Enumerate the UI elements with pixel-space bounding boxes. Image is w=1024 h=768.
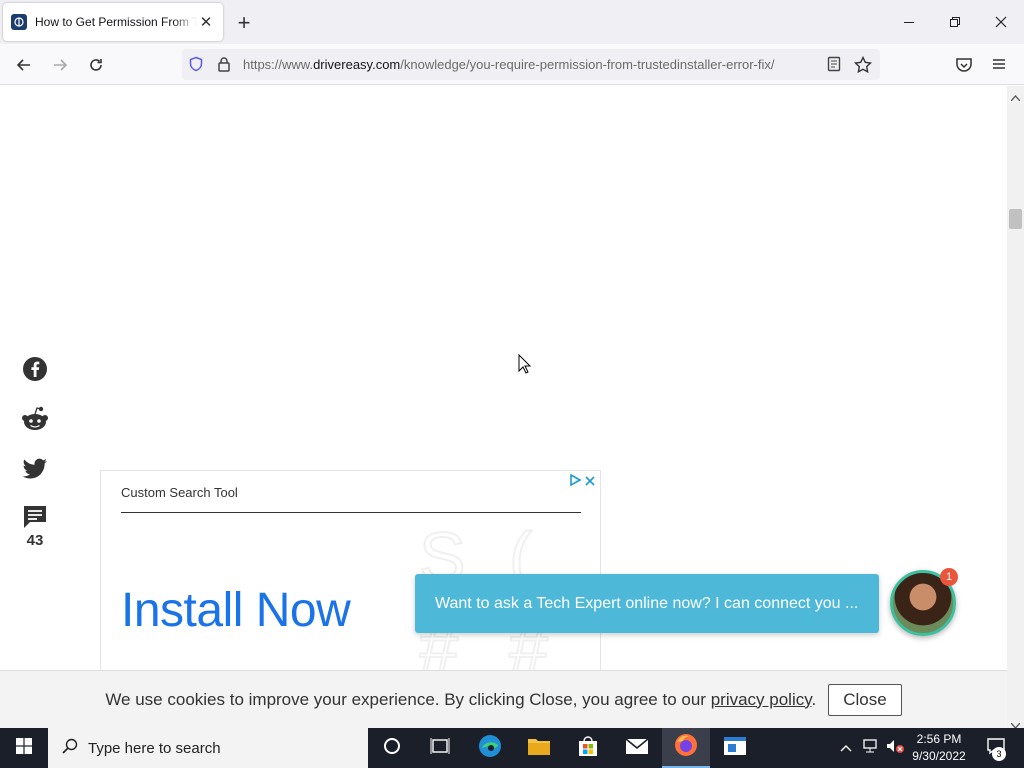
clock-date: 9/30/2022 — [912, 749, 966, 763]
mail-envelope-icon — [625, 737, 649, 760]
taskbar-search-box[interactable]: Type here to search — [48, 728, 368, 768]
firefox-icon — [674, 733, 698, 762]
folder-icon — [527, 736, 551, 761]
network-tray-button[interactable] — [858, 728, 882, 768]
ad-close-icon[interactable] — [585, 473, 595, 491]
cookie-consent-bar: We use cookies to improve your experienc… — [0, 670, 1007, 728]
tab-bar: How to Get Permission From TrustedInstal… — [0, 0, 1024, 44]
clock-time: 2:56 PM — [916, 732, 962, 746]
url-bar[interactable]: https://www.drivereasy.com/knowledge/you… — [182, 49, 880, 80]
close-window-button[interactable] — [978, 0, 1024, 44]
new-tab-button[interactable]: + — [232, 10, 256, 35]
reddit-share-button[interactable] — [18, 406, 52, 437]
reload-button[interactable] — [83, 52, 109, 78]
chat-prompt-bubble[interactable]: Want to ask a Tech Expert online now? I … — [415, 574, 879, 633]
lock-icon[interactable] — [217, 56, 231, 77]
pocket-icon[interactable] — [955, 56, 973, 79]
forward-button[interactable] — [47, 52, 73, 78]
store-bag-icon — [577, 735, 599, 762]
comments-count: 43 — [26, 532, 44, 549]
scroll-thumb[interactable] — [1009, 209, 1022, 229]
web-page: 43 Custom Search Tool S ( # # Install No… — [0, 86, 1007, 728]
url-prefix: https://www. — [243, 57, 314, 72]
volume-muted-icon — [885, 738, 905, 759]
windows-logo-icon — [16, 737, 32, 759]
url-host: drivereasy.com — [313, 57, 401, 72]
chevron-up-icon — [840, 739, 852, 757]
task-view-button[interactable] — [416, 728, 464, 768]
comments-icon — [22, 504, 48, 535]
privacy-policy-link[interactable]: privacy policy — [711, 690, 812, 709]
file-explorer-button[interactable] — [515, 728, 563, 768]
cookie-message: We use cookies to improve your experienc… — [105, 689, 706, 709]
tab-title: How to Get Permission From TrustedInstal… — [35, 15, 197, 29]
edge-icon — [478, 734, 502, 763]
navigation-bar: https://www.drivereasy.com/knowledge/you… — [0, 44, 1024, 85]
network-icon — [861, 738, 879, 759]
edge-taskbar-button[interactable] — [466, 728, 514, 768]
url-text[interactable]: https://www.drivereasy.com/knowledge/you… — [243, 57, 818, 72]
show-hidden-icons-button[interactable] — [836, 728, 856, 768]
taskbar-clock[interactable]: 2:56 PM 9/30/2022 — [906, 731, 972, 765]
chat-unread-badge: 1 — [940, 568, 958, 586]
store-button[interactable] — [564, 728, 612, 768]
url-path: /knowledge/you-require-permission-from-t… — [400, 57, 775, 72]
word-taskbar-button[interactable] — [711, 728, 759, 768]
page-scrollbar[interactable] — [1007, 86, 1024, 729]
cortana-circle-icon — [383, 737, 401, 760]
mouse-cursor-icon — [518, 353, 532, 379]
facebook-share-button[interactable] — [18, 356, 52, 387]
ad-label: Custom Search Tool — [121, 485, 238, 500]
cookie-text: We use cookies to improve your experienc… — [105, 690, 816, 710]
facebook-icon — [22, 356, 48, 387]
volume-tray-button[interactable] — [883, 728, 907, 768]
notification-count-badge: 3 — [992, 747, 1006, 761]
bookmark-star-icon[interactable] — [853, 55, 873, 79]
hamburger-menu-icon[interactable] — [991, 56, 1007, 77]
twitter-icon — [22, 458, 48, 485]
document-app-icon — [723, 736, 747, 761]
cookie-period: . — [811, 689, 817, 709]
reddit-icon — [20, 406, 50, 437]
start-button[interactable] — [0, 728, 48, 768]
ad-choices-icon[interactable] — [569, 473, 582, 491]
browser-tab[interactable]: How to Get Permission From TrustedInstal… — [3, 3, 223, 41]
restore-button[interactable] — [932, 0, 978, 44]
tracking-protection-shield-icon[interactable] — [188, 56, 204, 77]
task-view-icon — [430, 737, 450, 760]
drivereasy-favicon-icon — [11, 14, 27, 30]
minimize-button[interactable] — [886, 0, 932, 44]
tab-close-icon[interactable]: ✕ — [197, 13, 215, 31]
cortana-button[interactable] — [368, 728, 416, 768]
search-placeholder: Type here to search — [88, 739, 221, 757]
firefox-taskbar-button[interactable] — [662, 728, 710, 768]
reader-view-icon[interactable] — [827, 56, 841, 77]
cookie-close-button[interactable]: Close — [828, 683, 902, 716]
ad-install-now-button[interactable]: Install Now — [121, 583, 351, 638]
windows-taskbar: Type here to search 2:56 PM 9/30/2022 3 — [0, 728, 1024, 768]
twitter-share-button[interactable] — [18, 458, 52, 484]
scroll-up-icon[interactable] — [1010, 88, 1021, 106]
mail-button[interactable] — [613, 728, 661, 768]
search-icon — [62, 738, 78, 758]
back-button[interactable] — [11, 52, 37, 78]
comments-button[interactable] — [18, 504, 52, 535]
ad-choices[interactable] — [569, 473, 595, 491]
